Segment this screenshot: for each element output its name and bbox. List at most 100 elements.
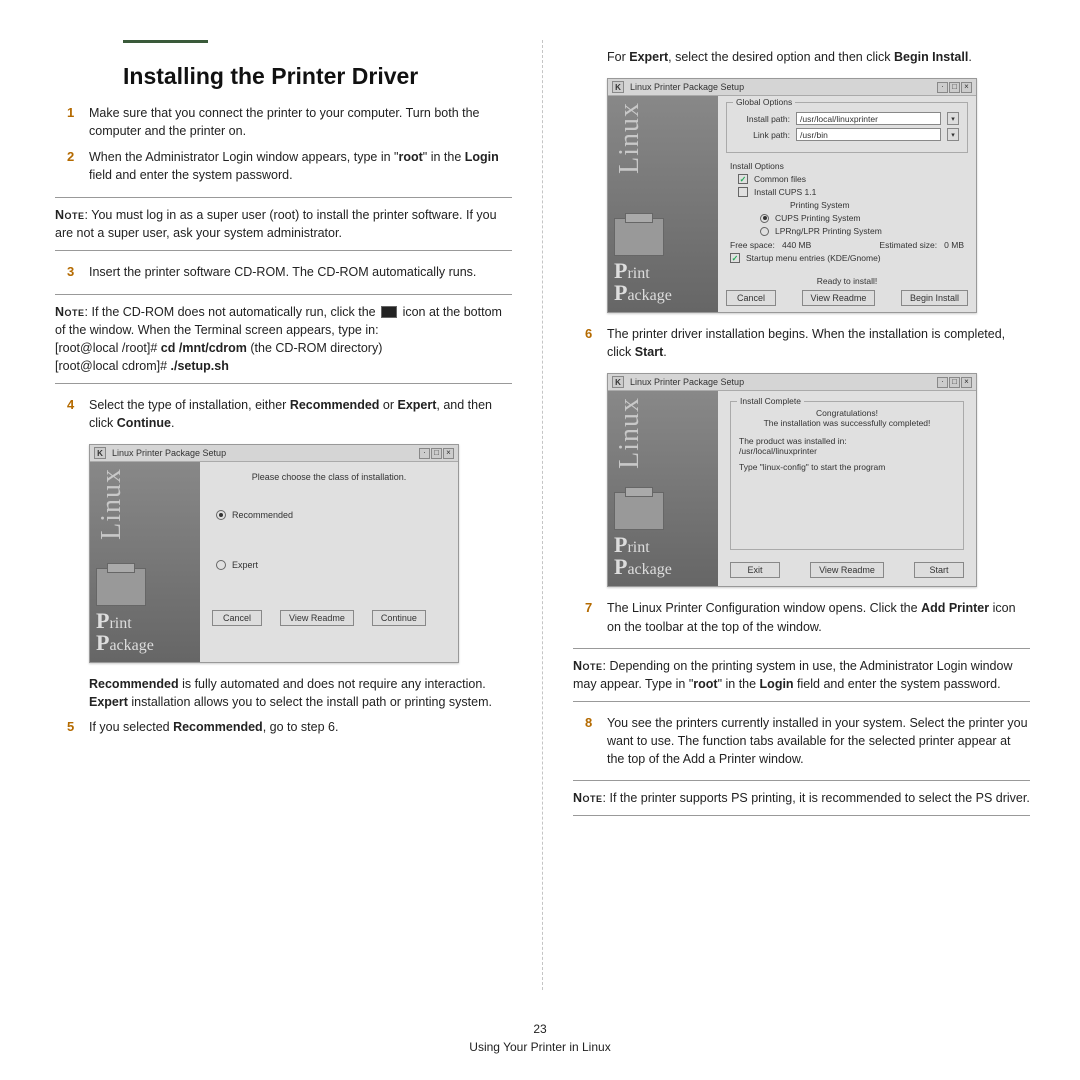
dialog-content: Install Complete Congratulations! The in… (718, 391, 976, 586)
note-printing-system: Note: Depending on the printing system i… (573, 648, 1030, 702)
section-label: Using Your Printer in Linux (0, 1038, 1080, 1056)
view-readme-button[interactable]: View Readme (802, 290, 876, 306)
dropdown-icon[interactable]: ▾ (947, 112, 959, 125)
window-controls: · □ × (937, 82, 972, 93)
window-title: Linux Printer Package Setup (110, 448, 415, 458)
note-root-login: Note: You must log in as a super user (r… (55, 197, 512, 251)
page-number: 23 (0, 1020, 1080, 1038)
right-column: For Expert, select the desired option an… (573, 40, 1030, 990)
note-ps-driver: Note: If the printer supports PS printin… (573, 780, 1030, 816)
step-text: You see the printers currently installed… (607, 714, 1030, 768)
terminal-icon (381, 306, 397, 318)
screenshot-install-complete: K Linux Printer Package Setup · □ × Linu… (607, 373, 977, 587)
close-icon[interactable]: × (961, 82, 972, 93)
lpr-radio[interactable]: LPRng/LPR Printing System (760, 226, 964, 236)
step-text: When the Administrator Login window appe… (89, 148, 512, 184)
step-number: 1 (67, 104, 89, 140)
screenshot-install-class: K Linux Printer Package Setup · □ × Linu… (89, 444, 459, 663)
checkbox-icon: ✓ (738, 174, 748, 184)
maximize-icon[interactable]: □ (431, 448, 442, 459)
checkbox-icon: ✓ (730, 253, 740, 263)
accent-bar (123, 40, 208, 43)
column-divider (542, 40, 543, 990)
printer-icon (614, 218, 664, 256)
step-text: Insert the printer software CD-ROM. The … (89, 263, 512, 282)
link-path-field: Link path: /usr/bin ▾ (735, 128, 959, 141)
step-4: 4 Select the type of installation, eithe… (67, 396, 512, 432)
package-label: PrintPackage (614, 260, 712, 304)
window-controls: · □ × (937, 377, 972, 388)
step-number: 3 (67, 263, 89, 282)
left-column: Installing the Printer Driver 1 Make sur… (55, 40, 512, 990)
sidebar-graphic: Linux PrintPackage (90, 462, 200, 662)
minimize-icon[interactable]: · (937, 82, 948, 93)
note-cdrom: Note: If the CD-ROM does not automatical… (55, 294, 512, 385)
step-3: 3 Insert the printer software CD-ROM. Th… (67, 263, 512, 282)
view-readme-button[interactable]: View Readme (280, 610, 354, 626)
step-text: The printer driver installation begins. … (607, 325, 1030, 361)
maximize-icon[interactable]: □ (949, 377, 960, 388)
cancel-button[interactable]: Cancel (212, 610, 262, 626)
radio-expert[interactable]: Expert (216, 560, 446, 570)
install-options-group: Install Options ✓ Common files Install C… (726, 159, 968, 268)
link-path-input[interactable]: /usr/bin (796, 128, 941, 141)
page-title: Installing the Printer Driver (123, 63, 512, 90)
size-stats: Free space: 440 MB Estimated size: 0 MB (730, 240, 964, 250)
window-titlebar: K Linux Printer Package Setup · □ × (90, 445, 458, 462)
radio-icon (760, 227, 769, 236)
window-titlebar: K Linux Printer Package Setup · □ × (608, 374, 976, 391)
step-text: Make sure that you connect the printer t… (89, 104, 512, 140)
radio-icon (216, 510, 226, 520)
window-title: Linux Printer Package Setup (628, 82, 933, 92)
continue-button[interactable]: Continue (372, 610, 426, 626)
printing-system-legend: Printing System (790, 200, 964, 210)
printer-icon (96, 568, 146, 606)
done-text: The installation was successfully comple… (739, 418, 955, 428)
cups-radio[interactable]: CUPS Printing System (760, 213, 964, 223)
button-row: Cancel View Readme Begin Install (726, 290, 968, 306)
startup-check[interactable]: ✓ Startup menu entries (KDE/Gnome) (730, 253, 964, 263)
button-row: Exit View Readme Start (730, 562, 964, 578)
install-path-input[interactable]: /usr/local/linuxprinter (796, 112, 941, 125)
exit-button[interactable]: Exit (730, 562, 780, 578)
step-2: 2 When the Administrator Login window ap… (67, 148, 512, 184)
step-number: 8 (585, 714, 607, 768)
group-legend: Global Options (733, 97, 795, 107)
step-text: If you selected Recommended, go to step … (89, 718, 512, 737)
page-columns: Installing the Printer Driver 1 Make sur… (0, 0, 1080, 1020)
step-5: 5 If you selected Recommended, go to ste… (67, 718, 512, 737)
button-row: Cancel View Readme Continue (212, 610, 446, 626)
dialog-content: Please choose the class of installation.… (200, 462, 458, 662)
app-icon: K (612, 376, 624, 388)
package-label: PrintPackage (96, 610, 194, 654)
minimize-icon[interactable]: · (937, 377, 948, 388)
step-number: 7 (585, 599, 607, 635)
cups11-check[interactable]: Install CUPS 1.1 (738, 187, 964, 197)
note-label: Note (55, 305, 85, 319)
screenshot-expert-options: K Linux Printer Package Setup · □ × Linu… (607, 78, 977, 313)
common-files-check[interactable]: ✓ Common files (738, 174, 964, 184)
close-icon[interactable]: × (443, 448, 454, 459)
window-title: Linux Printer Package Setup (628, 377, 933, 387)
page-footer: 23 Using Your Printer in Linux (0, 1020, 1080, 1056)
dropdown-icon[interactable]: ▾ (947, 128, 959, 141)
radio-icon (216, 560, 226, 570)
step-8: 8 You see the printers currently install… (585, 714, 1030, 768)
dialog-content: Global Options Install path: /usr/local/… (718, 96, 976, 312)
installed-in-label: The product was installed in: (739, 436, 955, 446)
group-legend: Install Complete (737, 396, 804, 406)
start-button[interactable]: Start (914, 562, 964, 578)
begin-install-button[interactable]: Begin Install (901, 290, 968, 306)
checkbox-icon (738, 187, 748, 197)
start-hint: Type "linux-config" to start the program (739, 462, 955, 472)
printer-icon (614, 492, 664, 530)
note-label: Note (55, 208, 85, 222)
maximize-icon[interactable]: □ (949, 82, 960, 93)
cancel-button[interactable]: Cancel (726, 290, 776, 306)
linux-label: Linux (614, 397, 646, 469)
close-icon[interactable]: × (961, 377, 972, 388)
step-number: 6 (585, 325, 607, 361)
view-readme-button[interactable]: View Readme (810, 562, 884, 578)
minimize-icon[interactable]: · (419, 448, 430, 459)
radio-recommended[interactable]: Recommended (216, 510, 446, 520)
